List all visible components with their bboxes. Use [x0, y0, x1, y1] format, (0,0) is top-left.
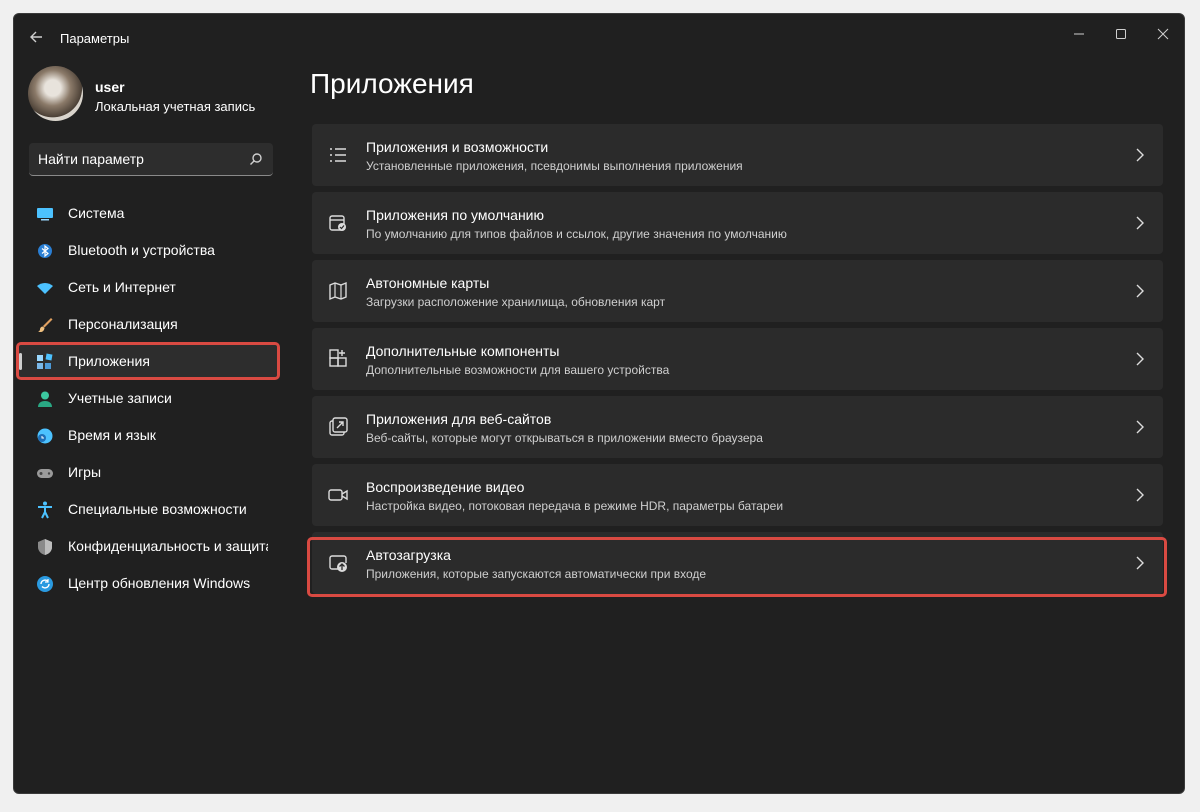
card-offline-maps[interactable]: Автономные карты Загрузки расположение х… [312, 260, 1163, 322]
default-apps-icon [329, 215, 346, 231]
brush-icon [38, 318, 53, 333]
title-bar: Параметры [14, 14, 1184, 58]
apps-icon [37, 353, 53, 369]
gamepad-icon [37, 469, 53, 478]
search-icon [250, 153, 262, 165]
card-optional-features[interactable]: Дополнительные компоненты Дополнительные… [312, 328, 1163, 390]
bluetooth-icon [38, 244, 52, 258]
sidebar-item-bluetooth[interactable]: Bluetooth и устройства [19, 232, 277, 269]
search-input[interactable]: Найти параметр [29, 143, 273, 176]
sidebar-item-label: Система [68, 205, 125, 221]
card-title: Автозагрузка [366, 547, 451, 563]
sidebar-item-label: Сеть и Интернет [68, 279, 176, 295]
sidebar-item-label: Время и язык [68, 427, 156, 443]
chevron-right-icon [1136, 284, 1144, 298]
card-title: Приложения по умолчанию [366, 207, 544, 223]
sidebar-item-accessibility[interactable]: Специальные возможности [19, 491, 277, 528]
sidebar-item-network[interactable]: Сеть и Интернет [19, 269, 277, 306]
chevron-right-icon [1136, 216, 1144, 230]
startup-icon [329, 555, 347, 572]
chevron-right-icon [1136, 148, 1144, 162]
list-icon [330, 148, 346, 162]
maximize-button[interactable] [1103, 20, 1139, 48]
chevron-right-icon [1136, 420, 1144, 434]
monitor-icon [37, 208, 53, 221]
avatar [28, 66, 83, 121]
card-video-playback[interactable]: Воспроизведение видео Настройка видео, п… [312, 464, 1163, 526]
sidebar-item-label: Конфиденциальность и защита [68, 538, 268, 554]
sidebar-item-label: Приложения [68, 353, 150, 369]
sidebar-item-personalization[interactable]: Персонализация [19, 306, 277, 343]
globe-clock-icon [37, 428, 53, 444]
arrow-left-icon [30, 31, 42, 43]
sidebar-item-label: Bluetooth и устройства [68, 242, 215, 258]
card-default-apps[interactable]: Приложения по умолчанию По умолчанию для… [312, 192, 1163, 254]
add-components-icon [329, 349, 347, 367]
card-apps-features[interactable]: Приложения и возможности Установленные п… [312, 124, 1163, 186]
chevron-right-icon [1136, 556, 1144, 570]
search-placeholder: Найти параметр [38, 151, 144, 167]
card-subtitle: Настройка видео, потоковая передача в ре… [366, 499, 784, 513]
sidebar-item-apps[interactable]: Приложения [19, 343, 277, 380]
sidebar-item-gaming[interactable]: Игры [19, 454, 277, 491]
selection-indicator [19, 353, 22, 370]
card-title: Автономные карты [366, 275, 490, 291]
settings-list: Приложения и возможности Установленные п… [312, 124, 1163, 600]
sidebar-item-label: Учетные записи [68, 390, 172, 406]
sidebar-item-label: Персонализация [68, 316, 178, 332]
chevron-right-icon [1136, 488, 1144, 502]
update-icon [37, 576, 53, 592]
card-title: Дополнительные компоненты [366, 343, 560, 359]
window-title: Параметры [60, 31, 130, 46]
sidebar-item-windows-update[interactable]: Центр обновления Windows [19, 565, 277, 602]
card-title: Приложения для веб-сайтов [366, 411, 552, 427]
close-icon [1157, 28, 1169, 40]
close-button[interactable] [1145, 20, 1181, 48]
card-apps-for-websites[interactable]: Приложения для веб-сайтов Веб-сайты, кот… [312, 396, 1163, 458]
sidebar-nav: Система Bluetooth и устройства Сеть и Ин… [14, 195, 284, 602]
sidebar-item-accounts[interactable]: Учетные записи [19, 380, 277, 417]
sidebar-item-privacy[interactable]: Конфиденциальность и защита [19, 528, 277, 565]
open-external-icon [329, 417, 348, 436]
minimize-button[interactable] [1061, 20, 1097, 48]
person-icon [38, 391, 52, 407]
chevron-right-icon [1136, 352, 1144, 366]
card-title: Приложения и возможности [366, 139, 549, 155]
card-subtitle: По умолчанию для типов файлов и ссылок, … [366, 227, 787, 241]
card-subtitle: Приложения, которые запускаются автомати… [366, 567, 707, 581]
card-subtitle: Загрузки расположение хранилища, обновле… [366, 295, 666, 309]
sidebar-item-system[interactable]: Система [19, 195, 277, 232]
wifi-icon [37, 283, 53, 294]
page-title: Приложения [310, 68, 474, 99]
sidebar-item-time-language[interactable]: Время и язык [19, 417, 277, 454]
card-subtitle: Установленные приложения, псевдонимы вып… [366, 159, 743, 173]
shield-icon [38, 539, 52, 555]
account-type: Локальная учетная запись [95, 99, 256, 114]
map-icon [329, 281, 347, 301]
sidebar-item-label: Игры [68, 464, 102, 480]
settings-window: Параметры user Локальная учетная запись … [13, 13, 1185, 794]
user-name: user [95, 79, 125, 95]
sidebar-item-label: Центр обновления Windows [68, 575, 251, 591]
maximize-icon [1116, 29, 1126, 39]
card-startup[interactable]: Автозагрузка Приложения, которые запуска… [312, 532, 1163, 594]
video-icon [328, 489, 348, 501]
sidebar-item-label: Специальные возможности [68, 501, 247, 517]
accessibility-icon [38, 501, 52, 519]
minimize-icon [1074, 33, 1084, 35]
back-button[interactable] [26, 26, 48, 48]
card-subtitle: Дополнительные возможности для вашего ус… [366, 363, 670, 377]
card-subtitle: Веб-сайты, которые могут открываться в п… [366, 431, 763, 445]
card-title: Воспроизведение видео [366, 479, 525, 495]
